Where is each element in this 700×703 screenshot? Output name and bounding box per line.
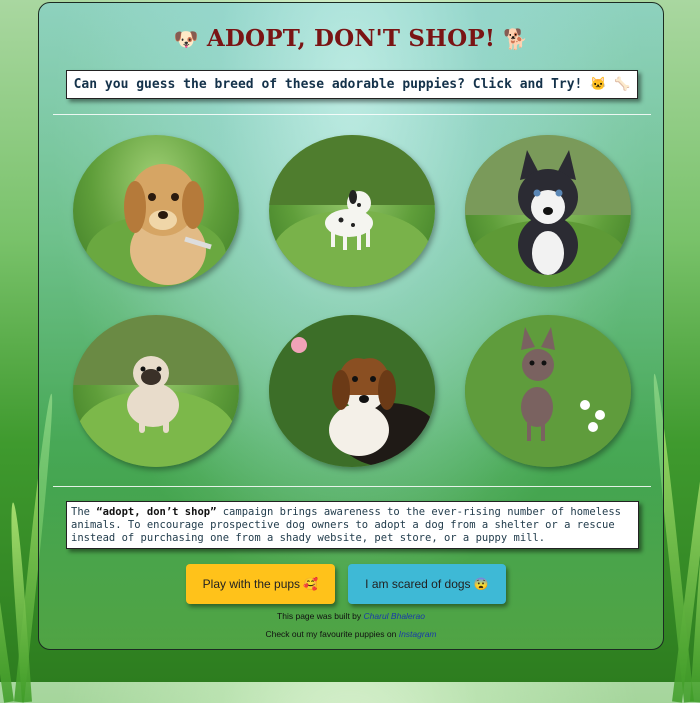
chihuahua-puppy-icon	[465, 315, 631, 467]
main-card: 🐶 ADOPT, DON'T SHOP! 🐕 Can you guess the…	[38, 2, 664, 650]
puppy-beagle[interactable]	[269, 315, 435, 467]
divider-bottom	[53, 486, 651, 487]
puppy-golden-retriever[interactable]	[73, 135, 239, 287]
description-intro: The	[71, 506, 97, 518]
favourites-credit: Check out my favourite puppies on Instag…	[39, 629, 663, 639]
dog-face-icon: 🐶	[173, 27, 199, 51]
play-with-pups-button[interactable]: Play with the pups 🥰	[186, 564, 335, 604]
puppy-chihuahua[interactable]	[465, 315, 631, 467]
page-title: 🐶 ADOPT, DON'T SHOP! 🐕	[39, 25, 663, 52]
description-highlight: “adopt, don’t shop”	[96, 506, 217, 518]
campaign-description: The “adopt, don’t shop” campaign brings …	[66, 501, 639, 549]
golden-retriever-puppy-icon	[86, 164, 226, 287]
pug-puppy-icon	[73, 315, 239, 467]
puppy-pug[interactable]	[73, 315, 239, 467]
puppy-dalmatian[interactable]	[269, 135, 435, 287]
favourites-text: Check out my favourite puppies on	[265, 629, 399, 639]
beagle-puppy-icon	[269, 315, 435, 467]
built-by-text: This page was built by	[277, 611, 364, 621]
puppy-husky[interactable]	[465, 135, 631, 287]
divider-top	[53, 114, 651, 115]
author-link[interactable]: Charul Bhalerao	[364, 611, 425, 621]
instagram-link[interactable]: Instagram	[399, 629, 437, 639]
husky-puppy-icon	[465, 135, 631, 287]
page-title-text: ADOPT, DON'T SHOP!	[206, 25, 496, 52]
dalmatian-puppy-icon	[269, 135, 435, 287]
scared-of-dogs-button[interactable]: I am scared of dogs 😨	[348, 564, 506, 604]
dog-icon: 🐕	[503, 27, 529, 51]
built-by-credit: This page was built by Charul Bhalerao	[39, 611, 663, 621]
guess-prompt: Can you guess the breed of these adorabl…	[66, 70, 638, 99]
